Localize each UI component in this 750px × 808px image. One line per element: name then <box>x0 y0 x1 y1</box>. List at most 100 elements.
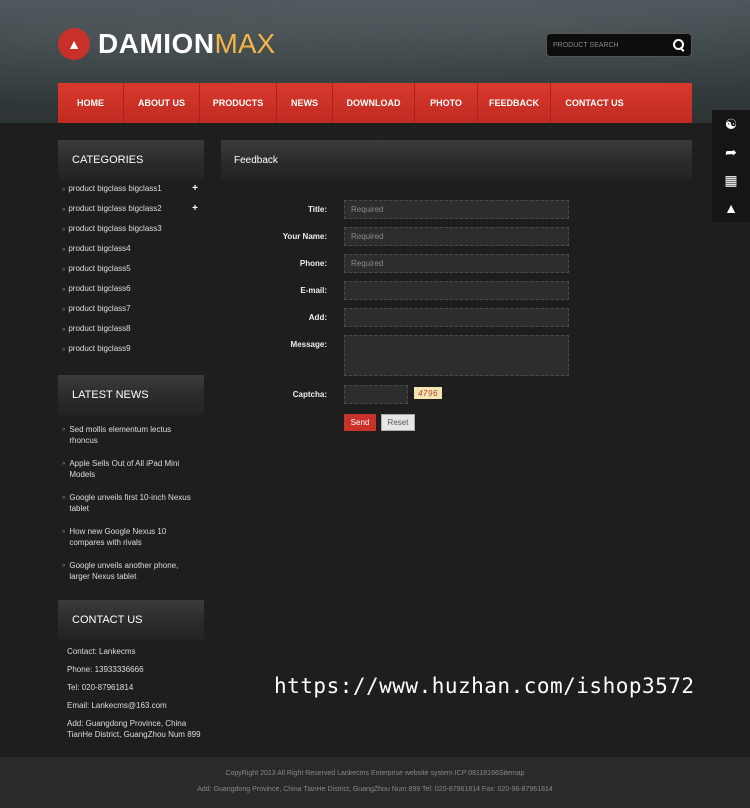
captcha-label: Captcha: <box>292 390 327 399</box>
bullet-icon: » <box>62 346 66 353</box>
logo-text-accent: MAX <box>214 28 276 59</box>
nav-item-photo[interactable]: PHOTO <box>415 83 478 123</box>
bullet-icon: » <box>62 461 66 467</box>
bullet-icon: » <box>62 186 66 193</box>
title-field[interactable] <box>344 200 569 219</box>
search-input[interactable] <box>553 41 663 49</box>
news-title: Apple Sells Out of All iPad Mini Models <box>69 459 180 479</box>
expand-icon[interactable]: + <box>192 183 198 194</box>
bullet-icon: » <box>62 563 66 569</box>
footer-address: Add: Guangdong Province, China TianHe Di… <box>197 786 553 793</box>
phone-field[interactable] <box>344 254 569 273</box>
nav-item-products[interactable]: PRODUCTS <box>200 83 277 123</box>
category-label: product bigclass6 <box>68 283 131 293</box>
form-row-title: Title: <box>221 200 569 219</box>
nav-item-download[interactable]: DOWNLOAD <box>333 83 415 123</box>
list-item[interactable]: » product bigclass bigclass1 + <box>58 178 204 198</box>
list-item[interactable]: » Google unveils first 10-inch Nexus tabl… <box>58 492 204 514</box>
form-row-captcha: Captcha: 4796 <box>221 385 442 404</box>
category-label: product bigclass7 <box>68 303 131 313</box>
list-item[interactable]: » product bigclass4 <box>58 238 204 258</box>
list-item[interactable]: » Google unveils another phone, larger Ne… <box>58 560 204 582</box>
bullet-icon: » <box>62 226 66 233</box>
nav-item-feedback[interactable]: FEEDBACK <box>478 83 551 123</box>
list-item[interactable]: » product bigclass bigclass2 + <box>58 198 204 218</box>
list-item[interactable]: » product bigclass5 <box>58 258 204 278</box>
nav-item-about-us[interactable]: ABOUT US <box>124 83 200 123</box>
watermark-text: https://www.huzhan.com/ishop3572 <box>274 674 695 698</box>
contact-info: Contact: Lankecms Phone: 13933336666 Tel… <box>67 646 207 747</box>
bullet-icon: » <box>62 427 66 433</box>
bullet-icon: » <box>62 529 66 535</box>
title-label: Title: <box>308 205 327 214</box>
category-label: product bigclass bigclass1 <box>68 183 162 193</box>
message-label: Message: <box>290 340 327 349</box>
footer-copyright: CopyRight 2013 All Right Reserved Lankec… <box>225 770 525 777</box>
message-field[interactable] <box>344 335 569 376</box>
news-title: Google unveils another phone, larger Nex… <box>69 561 179 581</box>
logo-text-main: DAMION <box>98 28 215 59</box>
category-label: product bigclass4 <box>68 243 131 253</box>
category-label: product bigclass bigclass3 <box>68 223 162 233</box>
form-row-address: Add: <box>221 308 569 327</box>
site-footer: CopyRight 2013 All Right Reserved Lankec… <box>0 757 750 808</box>
contact-name: Contact: Lankecms <box>67 647 136 656</box>
float-toolbar: ☯ ➦ ▦ ▲ <box>712 110 750 222</box>
nav-item-contact-us[interactable]: CONTACT US <box>551 83 638 123</box>
list-item[interactable]: » product bigclass9 <box>58 338 204 358</box>
bullet-icon: » <box>62 306 66 313</box>
nav-item-home[interactable]: HOME <box>58 83 124 123</box>
page-title: Feedback <box>221 140 692 180</box>
news-title: How new Google Nexus 10 compares with ri… <box>69 527 167 547</box>
rocket-icon[interactable]: ▲ <box>712 194 750 222</box>
site-logo[interactable]: ▲ DAMION MAX <box>58 28 275 60</box>
flame-icon: ▲ <box>58 28 90 60</box>
list-item[interactable]: » Sed mollis elementum lectus rhoncus <box>58 424 204 446</box>
bullet-icon: » <box>62 246 66 253</box>
category-label: product bigclass9 <box>68 343 131 353</box>
list-item[interactable]: » product bigclass6 <box>58 278 204 298</box>
address-field[interactable] <box>344 308 569 327</box>
phone-label: Phone: <box>299 259 327 268</box>
contact-tel: Tel: 020-87961814 <box>67 683 134 692</box>
list-item[interactable]: » product bigclass8 <box>58 318 204 338</box>
captcha-image[interactable]: 4796 <box>414 387 442 399</box>
latest-news-heading: LATEST NEWS <box>58 375 204 415</box>
send-button[interactable]: Send <box>344 414 376 431</box>
contact-email: Email: Lankecms@163.com <box>67 701 167 710</box>
expand-icon[interactable]: + <box>192 203 198 214</box>
contact-address: Add: Guangdong Province, China TianHe Di… <box>67 719 201 739</box>
captcha-field[interactable] <box>344 385 408 404</box>
list-item[interactable]: » Apple Sells Out of All iPad Mini Models <box>58 458 204 480</box>
list-item[interactable]: » How new Google Nexus 10 compares with r… <box>58 526 204 548</box>
product-search <box>546 33 692 57</box>
address-label: Add: <box>308 313 327 322</box>
news-title: Google unveils first 10-inch Nexus table… <box>69 493 191 513</box>
email-field[interactable] <box>344 281 569 300</box>
headset-icon[interactable]: ☯ <box>712 110 750 138</box>
category-label: product bigclass5 <box>68 263 131 273</box>
bullet-icon: » <box>62 495 66 501</box>
form-row-message: Message: <box>221 335 569 376</box>
nav-item-news[interactable]: NEWS <box>277 83 333 123</box>
name-field[interactable] <box>344 227 569 246</box>
share-icon[interactable]: ➦ <box>712 138 750 166</box>
bullet-icon: » <box>62 326 66 333</box>
name-label: Your Name: <box>282 232 327 241</box>
bullet-icon: » <box>62 286 66 293</box>
email-label: E-mail: <box>300 286 327 295</box>
reset-button[interactable]: Reset <box>381 414 415 431</box>
latest-news-list: » Sed mollis elementum lectus rhoncus » Ap… <box>58 424 204 594</box>
search-icon[interactable] <box>673 39 685 51</box>
contact-heading: CONTACT US <box>58 600 204 640</box>
list-item[interactable]: » product bigclass bigclass3 <box>58 218 204 238</box>
form-row-name: Your Name: <box>221 227 569 246</box>
categories-heading: CATEGORIES <box>58 140 204 180</box>
bullet-icon: » <box>62 206 66 213</box>
list-item[interactable]: » product bigclass7 <box>58 298 204 318</box>
categories-list: » product bigclass bigclass1 + » product bi… <box>58 178 204 358</box>
qrcode-icon[interactable]: ▦ <box>712 166 750 194</box>
main-nav: HOME ABOUT US PRODUCTS NEWS DOWNLOAD PHO… <box>58 83 692 123</box>
bullet-icon: » <box>62 266 66 273</box>
form-row-phone: Phone: <box>221 254 569 273</box>
